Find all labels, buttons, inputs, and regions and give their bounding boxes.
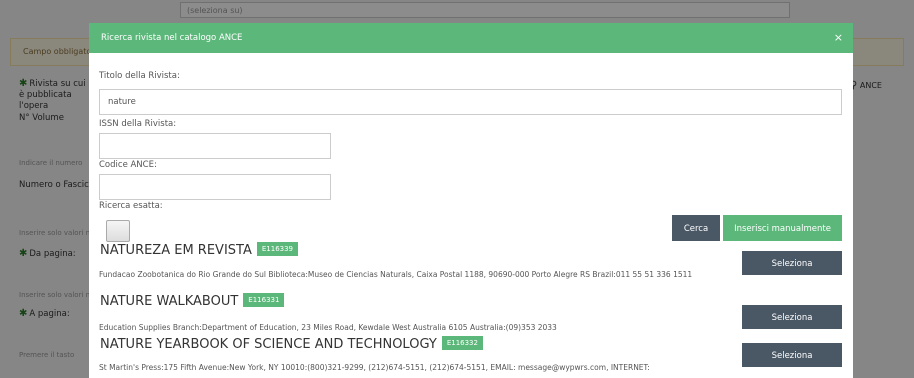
titolo-input[interactable] (99, 89, 842, 115)
search-button[interactable]: Cerca (672, 215, 720, 241)
issn-input[interactable] (99, 133, 331, 159)
close-icon[interactable]: × (834, 23, 843, 53)
modal-title: Ricerca rivista nel catalogo ANCE (101, 33, 243, 43)
result-title: NATURE WALKABOUT E116331 (100, 292, 285, 309)
codice-label: Codice ANCE: (99, 160, 157, 170)
result-detail: Education Supplies Branch:Department of … (99, 323, 557, 332)
insert-manually-button[interactable]: Inserisci manualmente (723, 215, 842, 241)
result-title: NATUREZA EM REVISTA E116339 (100, 241, 299, 258)
issn-label: ISSN della Rivista: (99, 119, 177, 129)
search-modal: Ricerca rivista nel catalogo ANCE × Tito… (89, 23, 853, 378)
result-detail: Fundacao Zoobotanica do Rio Grande do Su… (99, 270, 693, 279)
select-button[interactable]: Seleziona (742, 251, 842, 275)
modal-header: Ricerca rivista nel catalogo ANCE × (89, 23, 853, 53)
exact-search-checkbox[interactable] (106, 220, 130, 242)
result-code-badge: E116332 (441, 335, 483, 350)
result-title: NATURE YEARBOOK OF SCIENCE AND TECHNOLOG… (100, 335, 483, 352)
select-button[interactable]: Seleziona (742, 343, 842, 367)
esatta-label: Ricerca esatta: (99, 201, 163, 211)
result-code-badge: E116331 (243, 292, 285, 307)
codice-input[interactable] (99, 174, 331, 200)
result-detail: St Martin's Press:175 Fifth Avenue:New Y… (99, 363, 650, 372)
select-button[interactable]: Seleziona (742, 305, 842, 329)
titolo-label: Titolo della Rivista: (99, 71, 180, 81)
result-code-badge: E116339 (256, 241, 299, 256)
